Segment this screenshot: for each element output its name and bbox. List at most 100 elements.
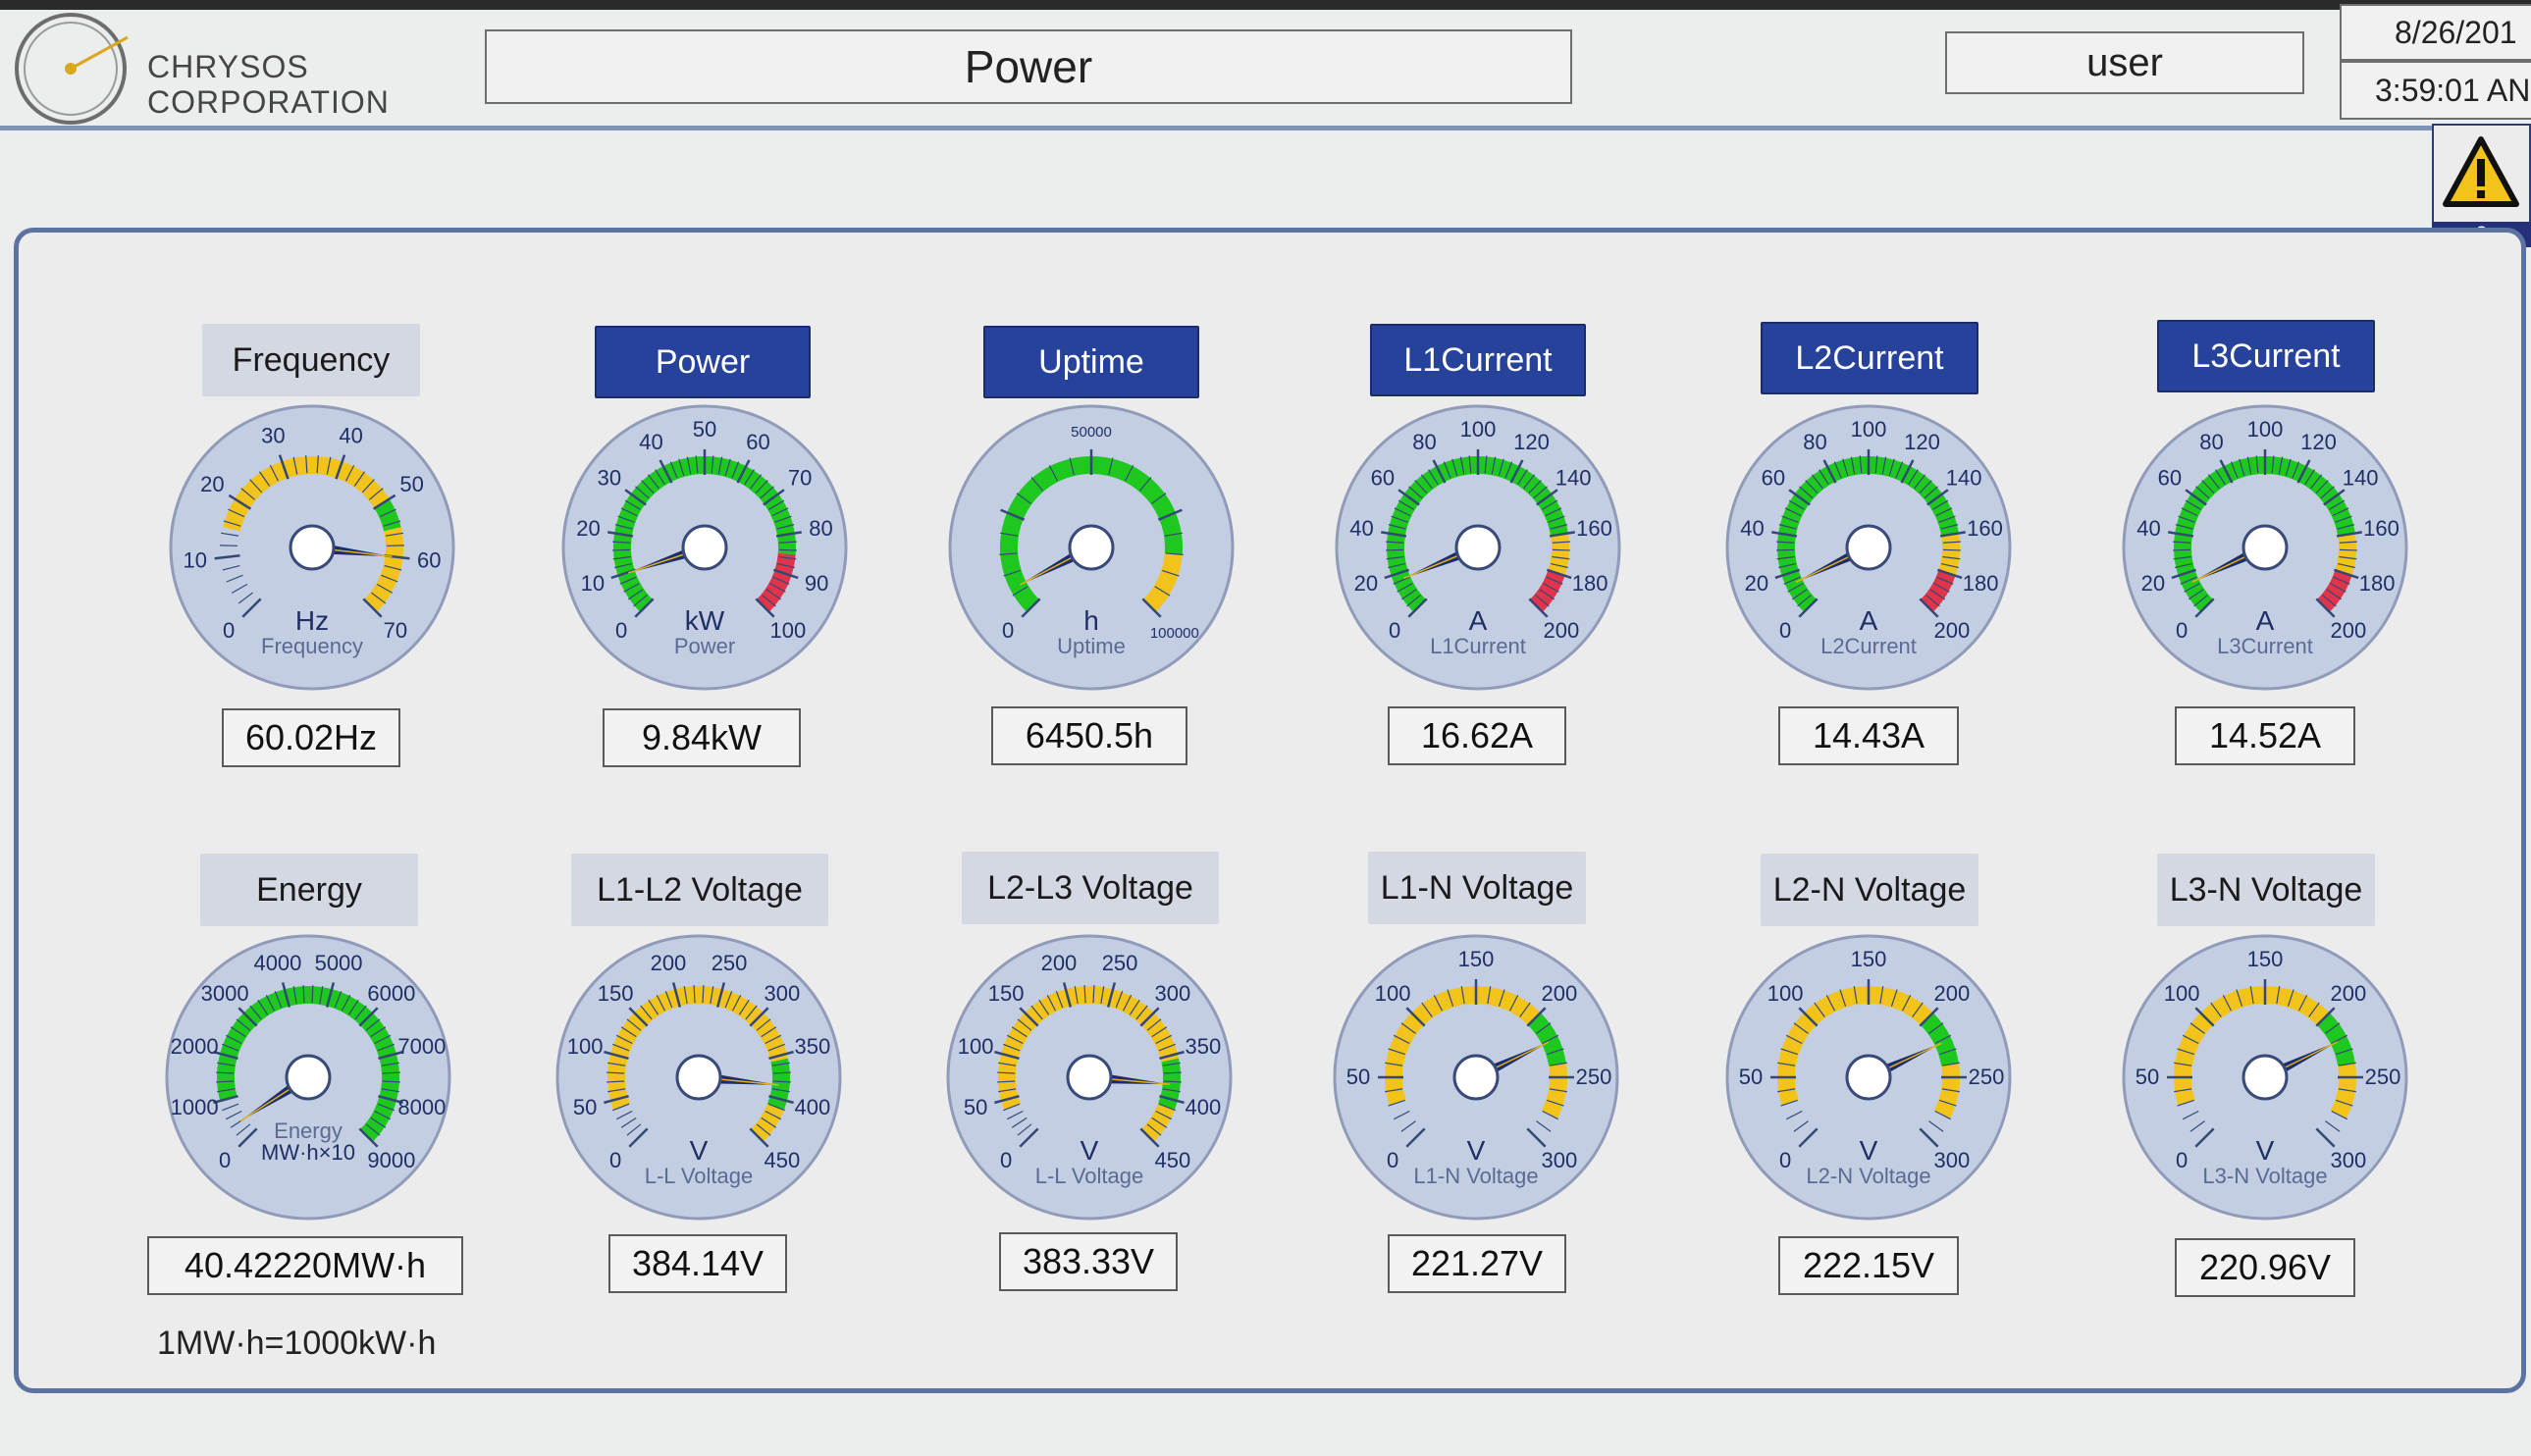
gauge-tick-label: 80 [2199, 430, 2223, 454]
header-divider [0, 126, 2531, 130]
uptime-button[interactable]: Uptime [983, 326, 1199, 398]
l3current-value: 14.52A [2175, 706, 2355, 765]
gauge-tick-label: 150 [1458, 947, 1495, 971]
gauge-unit-label: A [1469, 605, 1488, 636]
gauge-minor-tick [1552, 548, 1570, 551]
gauge-tick-label: 70 [384, 618, 407, 643]
gauge-tick-label: 160 [2363, 516, 2399, 541]
uptime-value: 6450.5h [991, 706, 1187, 765]
gauge-tick-label: 200 [1543, 618, 1579, 643]
gauge-tick-label: 160 [1967, 516, 2003, 541]
gauge-tick-label: 9000 [367, 1148, 415, 1172]
page-title: Power [485, 29, 1572, 104]
gauge-tick-label: 100 [567, 1034, 604, 1059]
gauge-tick-label: 140 [2343, 465, 2379, 490]
gauge-dial: 0 50 100 150 200 250 300 350 400 450 VL-L Voltage [555, 934, 842, 1221]
top-strip [0, 0, 2531, 10]
l3current-gauge: 0 20 40 60 80 100 120 140 160 180 200 A L3Current [2120, 402, 2410, 693]
gauge-tick-label: 200 [651, 951, 687, 975]
gauge-tick-label: 20 [1354, 571, 1378, 596]
gauge-tick-label: 300 [2330, 1148, 2366, 1172]
gauge-tick-label: 300 [1541, 1148, 1577, 1172]
l2-n-voltage-value: 222.15V [1778, 1236, 1959, 1295]
gauge-unit-label: kW [685, 605, 725, 636]
gauge-caption: L3-N Voltage [2202, 1164, 2327, 1188]
gauge-tick-label: 250 [1576, 1065, 1612, 1089]
gauge-tick-label: 140 [1556, 465, 1592, 490]
gauge-tick-label: 80 [1412, 430, 1436, 454]
gauge-tick-label: 80 [809, 516, 832, 541]
gauge-hub [1454, 524, 1502, 571]
gauge-tick-label: 5000 [315, 951, 363, 975]
gauge-tick-label: 200 [2330, 981, 2366, 1006]
l1current-button[interactable]: L1Current [1370, 324, 1586, 396]
gauge-unit-label: V [1081, 1135, 1099, 1166]
gauge-unit-label: MW·h×10 [261, 1140, 355, 1165]
gauge-tick-label: 0 [2176, 618, 2188, 643]
gauge-tick-label: 180 [1572, 571, 1608, 596]
l3current-button[interactable]: L3Current [2157, 320, 2375, 392]
gauge-tick-label: 100 [769, 618, 806, 643]
l1-n-voltage-value: 221.27V [1388, 1234, 1566, 1293]
gauge-tick-label: 200 [1041, 951, 1078, 975]
gauge-label-l1-l2-voltage: L1-L2 Voltage [571, 854, 828, 926]
l1-n-voltage-gauge: 0 50 100 150 200 250 300 V L1-N Voltage [1331, 932, 1621, 1222]
gauge-label-energy: Energy [200, 854, 418, 926]
gauge-tick-label: 200 [1541, 981, 1577, 1006]
gauge-tick-label: 50000 [1071, 424, 1112, 441]
gauge-dial: 0 10 20 30 40 50 60 70 80 90 100 kWPower [561, 404, 848, 691]
gauge-tick-label: 100 [1851, 417, 1887, 442]
l2current-button[interactable]: L2Current [1761, 322, 1978, 394]
gauge-tick-label: 100 [2247, 417, 2284, 442]
gauge-tick-label: 300 [1933, 1148, 1970, 1172]
gauge-caption: Frequency [261, 634, 363, 658]
frequency-value: 60.02Hz [222, 708, 400, 767]
gauge-tick-label: 250 [1969, 1065, 2005, 1089]
power-button[interactable]: Power [595, 326, 811, 398]
user-button[interactable]: user [1945, 31, 2304, 94]
gauge-tick-label: 50 [1346, 1065, 1370, 1089]
gauge-label-l2-l3-voltage: L2-L3 Voltage [962, 852, 1219, 924]
gauge-hub [1452, 1054, 1500, 1101]
gauge-hub [1066, 1054, 1113, 1101]
gauge-caption: L1Current [1430, 634, 1526, 658]
gauge-tick-label: 200 [2330, 618, 2366, 643]
gauge-dial: 0 10 20 30 40 50 60 70 HzFrequency [169, 404, 455, 691]
frequency-gauge: 0 10 20 30 40 50 60 70 Hz Frequency [167, 402, 457, 693]
gauge-hub [2241, 524, 2289, 571]
energy-gauge: 0 1000 2000 3000 4000 5000 6000 7000 8000 9000 MW·… [163, 932, 453, 1222]
gauge-minor-tick [1386, 548, 1404, 551]
gauge-tick-label: 350 [795, 1034, 831, 1059]
logo-line-2: CORPORATION [147, 84, 390, 120]
gauge-tick-label: 150 [598, 981, 634, 1006]
logo-text: CHRYSOS CORPORATION [147, 49, 390, 120]
gauge-tick-label: 120 [2300, 430, 2337, 454]
gauge-unit-label: V [1860, 1135, 1878, 1166]
gauge-dial: 0 50000 100000 hUptime [948, 404, 1235, 691]
gauge-hub [1068, 524, 1115, 571]
gauge-unit-label: A [2256, 605, 2275, 636]
gauge-tick-label: 0 [223, 618, 235, 643]
power-gauge: 0 10 20 30 40 50 60 70 80 90 100 kW Power [559, 402, 850, 693]
gauge-tick-label: 250 [712, 951, 748, 975]
gauge-tick-label: 30 [261, 424, 285, 448]
gauge-tick-label: 100000 [1150, 625, 1199, 642]
gauge-tick-label: 100 [2164, 981, 2200, 1006]
gauge-tick-label: 400 [1186, 1095, 1222, 1119]
gauge-unit-label: h [1083, 605, 1099, 636]
gauge-label-l1-n-voltage: L1-N Voltage [1368, 852, 1586, 924]
gauge-tick-label: 50 [399, 472, 423, 496]
gauge-tick-label: 0 [1002, 618, 1014, 643]
gauge-tick-label: 20 [1745, 571, 1768, 596]
gauge-tick-label: 450 [764, 1148, 800, 1172]
power-value: 9.84kW [603, 708, 801, 767]
gauge-tick-label: 0 [609, 1148, 621, 1172]
gauge-tick-label: 2000 [171, 1034, 219, 1059]
gauge-label-l3-n-voltage: L3-N Voltage [2157, 854, 2375, 926]
l3-n-voltage-gauge: 0 50 100 150 200 250 300 V L3-N Voltage [2120, 932, 2410, 1222]
gauge-tick-label: 0 [1779, 1148, 1791, 1172]
gauge-dial: 01000200030004000 50006000700080009000MW·… [165, 934, 451, 1221]
gauge-tick-label: 40 [2136, 516, 2160, 541]
logo-mark-icon [15, 13, 129, 125]
gauge-unit-label: V [2256, 1135, 2275, 1166]
